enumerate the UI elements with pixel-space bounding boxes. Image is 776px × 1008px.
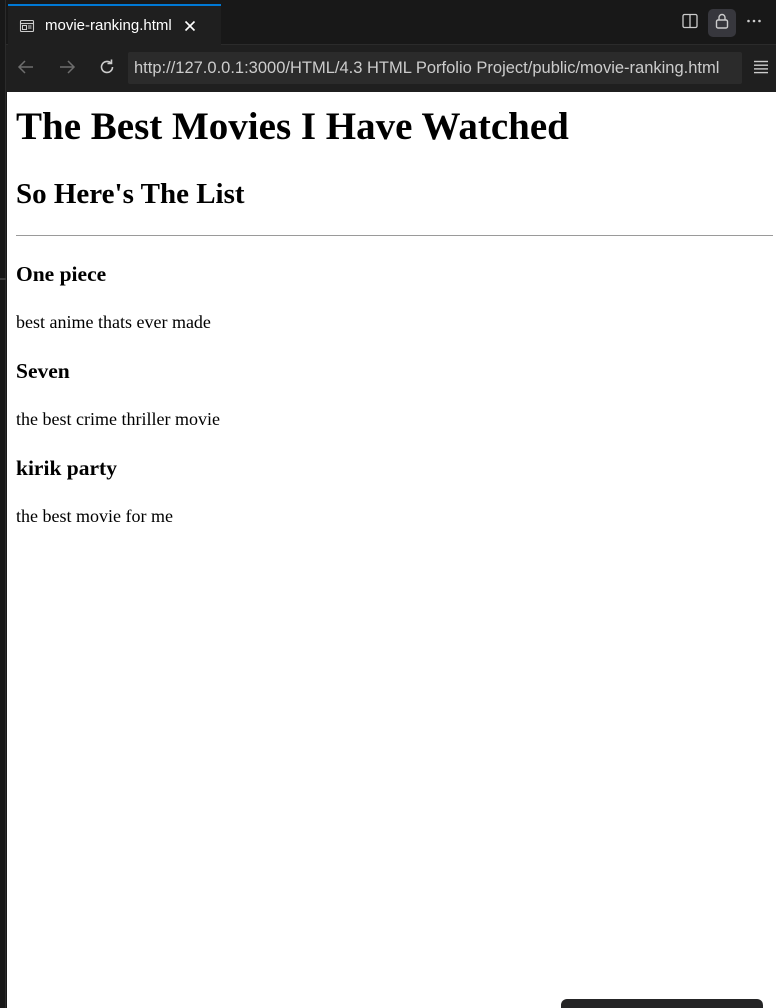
editor-window: movie-ranking.html http://127.0.0.1:3000… — [0, 0, 776, 1008]
divider — [16, 235, 773, 236]
more-actions-button[interactable] — [740, 9, 768, 37]
movie-title: Seven — [16, 359, 70, 383]
movie-description: the best movie for me — [16, 506, 173, 526]
hamburger-menu-icon — [752, 58, 770, 81]
gutter-marker — [0, 278, 6, 280]
page-viewport: The Best Movies I Have Watched So Here's… — [7, 92, 776, 1008]
reload-button[interactable] — [93, 55, 121, 83]
movie-title: One piece — [16, 262, 107, 286]
menu-button[interactable] — [747, 55, 775, 83]
arrow-left-icon — [16, 57, 36, 82]
split-editor-icon — [681, 12, 699, 35]
movie-description: best anime thats ever made — [16, 312, 211, 332]
lock-button[interactable] — [708, 9, 736, 37]
notification-panel-edge — [561, 999, 763, 1008]
more-actions-icon — [745, 12, 763, 35]
lock-icon — [713, 12, 731, 35]
tab-title: movie-ranking.html — [45, 17, 172, 34]
close-icon[interactable] — [182, 18, 198, 34]
page-title: The Best Movies I Have Watched — [16, 105, 569, 148]
movie-title: kirik party — [16, 456, 117, 480]
left-gutter — [0, 0, 6, 1008]
forward-button[interactable] — [53, 55, 81, 83]
arrow-right-icon — [57, 57, 77, 82]
movie-description: the best crime thriller movie — [16, 409, 220, 429]
browser-preview-icon — [19, 18, 35, 34]
split-editor-button[interactable] — [676, 9, 704, 37]
back-button[interactable] — [12, 55, 40, 83]
reload-icon — [97, 57, 117, 82]
tab-bar: movie-ranking.html — [6, 0, 776, 45]
browser-nav-bar: http://127.0.0.1:3000/HTML/4.3 HTML Porf… — [6, 45, 776, 92]
tab-actions — [676, 9, 768, 37]
url-input[interactable]: http://127.0.0.1:3000/HTML/4.3 HTML Porf… — [128, 52, 742, 84]
tab-movie-ranking[interactable]: movie-ranking.html — [8, 4, 221, 45]
page-subtitle: So Here's The List — [16, 178, 245, 210]
